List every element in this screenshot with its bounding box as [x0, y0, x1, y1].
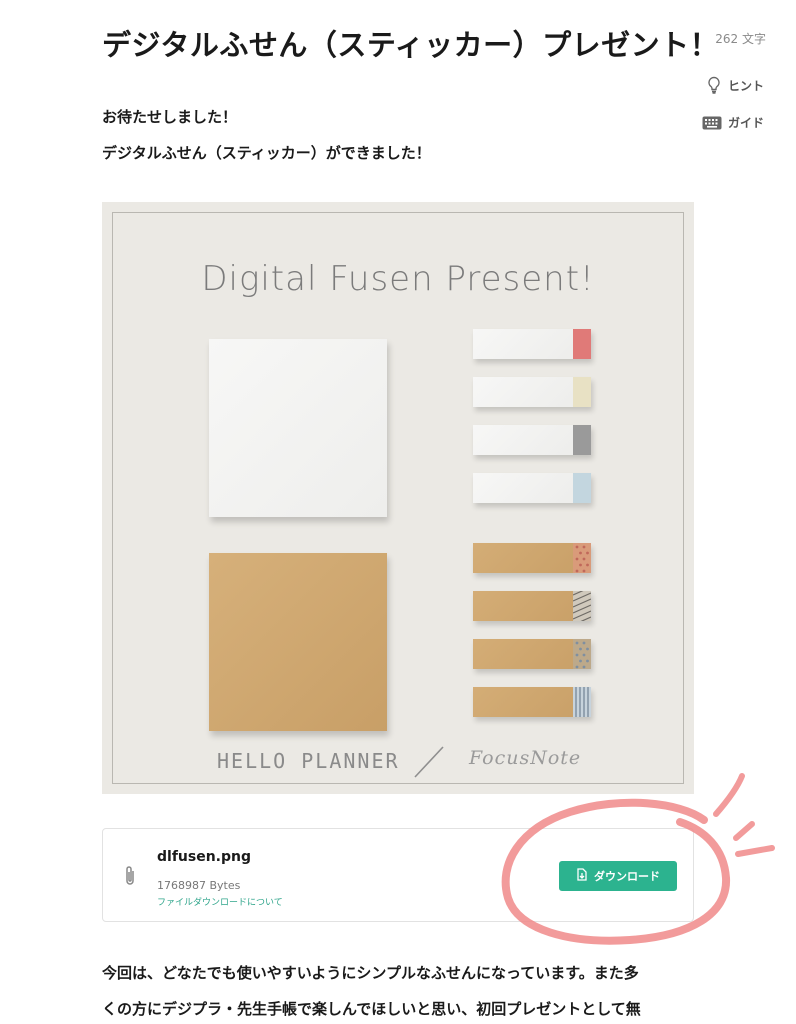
strip-tab	[573, 473, 591, 503]
download-button[interactable]: ダウンロード	[559, 861, 677, 891]
focusnote-logo: FocusNote	[469, 747, 582, 769]
kraft-strip-note	[473, 543, 591, 573]
striped-tab-pattern	[573, 591, 591, 621]
intro-paragraph-1: お待たせしました！	[102, 108, 238, 126]
slash-divider	[414, 746, 444, 778]
keyboard-icon	[702, 116, 722, 130]
strip-tab	[573, 377, 591, 407]
download-label: ダウンロード	[594, 870, 660, 883]
kraft-strip-note	[473, 591, 591, 621]
image-footer: HELLO PLANNER FocusNote	[113, 745, 683, 785]
image-frame: Digital Fusen Present! HELLO PLANNER Foc…	[112, 212, 684, 784]
white-strip-note	[473, 473, 591, 503]
article-title: デジタルふせん（スティッカー）プレゼント！	[102, 28, 720, 62]
hello-planner-text: HELLO PLANNER	[217, 749, 400, 773]
white-sticky-note	[209, 339, 387, 517]
fusen-preview-image[interactable]: Digital Fusen Present! HELLO PLANNER Foc…	[102, 202, 694, 794]
dotted-tab-pattern	[573, 639, 591, 669]
guide-button[interactable]: ガイド	[702, 114, 764, 131]
kraft-strip-note	[473, 687, 591, 717]
file-size: 1768987 Bytes	[157, 879, 241, 892]
white-strip-note	[473, 425, 591, 455]
download-icon	[576, 868, 588, 884]
intro-paragraph-2: デジタルふせん（スティッカー）ができました！	[102, 144, 431, 162]
kraft-sticky-note	[209, 553, 387, 731]
guide-label: ガイド	[727, 116, 764, 130]
strip-tab	[573, 425, 591, 455]
body-paragraph-line: 今回は、どなたでも使いやすいようにシンプルなふせんになっています。また多	[102, 964, 639, 982]
dotted-tab-pattern	[573, 543, 591, 573]
file-name: dlfusen.png	[157, 849, 252, 865]
file-attachment-card: dlfusen.png 1768987 Bytes ファイルダウンロードについて…	[102, 828, 694, 922]
white-strip-note	[473, 329, 591, 359]
striped-tab-pattern	[573, 687, 591, 717]
strip-tab	[573, 329, 591, 359]
image-title: Digital Fusen Present!	[201, 259, 595, 299]
character-count: 262 文字	[715, 32, 766, 46]
kraft-strip-note	[473, 639, 591, 669]
white-strip-note	[473, 377, 591, 407]
hint-label: ヒント	[727, 78, 764, 93]
hint-button[interactable]: ヒント	[706, 76, 764, 94]
body-paragraph-line: くの方にデジプラ・先生手帳で楽しんでほしいと思い、初回プレゼントとして無	[102, 1000, 641, 1018]
lightbulb-icon	[706, 76, 722, 94]
paperclip-icon	[123, 865, 137, 891]
download-help-link[interactable]: ファイルダウンロードについて	[157, 895, 283, 908]
